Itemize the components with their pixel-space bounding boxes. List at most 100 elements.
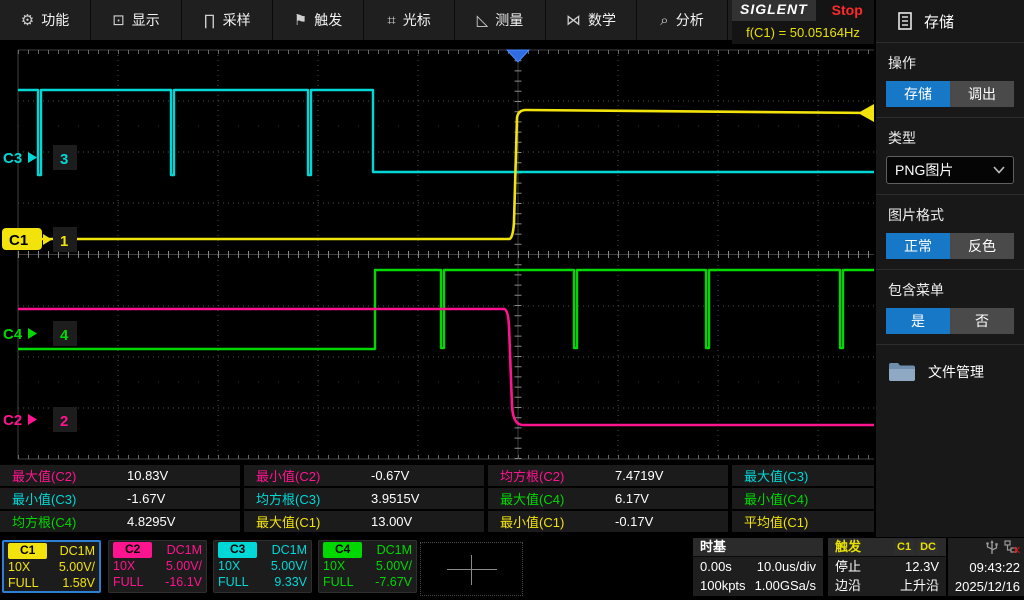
- measure-label: 最大值(C4): [488, 489, 615, 508]
- chevron-down-icon: [993, 166, 1005, 174]
- plus-icon: [471, 555, 472, 585]
- measure-label: 平均值(C1): [732, 512, 859, 531]
- trigger-mode: 停止: [835, 557, 861, 576]
- section-type: 类型 PNG图片: [876, 118, 1024, 195]
- offset-value: -16.1V: [165, 574, 202, 590]
- sidebar-header: 存储: [876, 0, 1024, 43]
- menu-item-acquire[interactable]: ∏ 采样: [182, 0, 273, 40]
- menu-item-label: 触发: [314, 10, 342, 30]
- menu-item-measure[interactable]: ◺ 测量: [455, 0, 546, 40]
- menu-item-label: 测量: [495, 10, 523, 30]
- c4-marker-label[interactable]: C4: [3, 326, 23, 343]
- trigger-level-marker[interactable]: [858, 104, 874, 122]
- channel-box-c3[interactable]: C3DC1M 10X5.00V/ FULL9.33V: [213, 540, 312, 593]
- c4-marker-arrow: [28, 328, 37, 339]
- measure-label: 均方根(C4): [0, 512, 127, 531]
- measure-cell[interactable]: 最大值(C3): [732, 465, 874, 486]
- measure-label: 均方根(C3): [244, 489, 371, 508]
- measure-cell[interactable]: 最小值(C1)-0.17V: [488, 511, 728, 532]
- coupling: DC1M: [167, 542, 202, 558]
- measure-cell[interactable]: 最小值(C4): [732, 488, 874, 509]
- measure-cell[interactable]: 均方根(C4)4.8295V: [0, 511, 240, 532]
- measure-value: 7.4719V: [615, 468, 663, 483]
- channel-box-c1[interactable]: C1DC1M 10X5.00V/ FULL1.58V: [2, 540, 101, 593]
- measure-label: 最小值(C4): [732, 489, 859, 508]
- volt-scale: 5.00V/: [59, 559, 95, 575]
- section-operation: 操作 存储 调出: [876, 43, 1024, 118]
- measure-cell[interactable]: 最大值(C1)13.00V: [244, 511, 484, 532]
- file-manager-item[interactable]: 文件管理: [876, 345, 1024, 382]
- trace-c2[interactable]: [18, 309, 874, 425]
- trace-c1[interactable]: [18, 110, 874, 239]
- channel-badge: C3: [218, 542, 257, 558]
- include-menu-label: 包含菜单: [888, 280, 1014, 300]
- recall-button[interactable]: 调出: [950, 81, 1014, 107]
- measure-cell[interactable]: 最小值(C2)-0.67V: [244, 465, 484, 486]
- menu-item-function[interactable]: ⚙ 功能: [0, 0, 91, 40]
- trigger-source-badge: C1: [894, 540, 914, 555]
- channel-badge: C1: [8, 543, 47, 559]
- trigger-position-marker[interactable]: [507, 50, 529, 62]
- measure-value: -0.67V: [371, 468, 409, 483]
- measure-label: 最小值(C1): [488, 512, 615, 531]
- measure-cell[interactable]: 最小值(C3)-1.67V: [0, 488, 240, 509]
- probe-atten: 10X: [218, 558, 240, 574]
- trigger-box[interactable]: 触发 C1DC 停止12.3V 边沿上升沿: [828, 538, 946, 596]
- trigger-coupling-badge: DC: [917, 540, 939, 555]
- image-format-label: 图片格式: [888, 205, 1014, 225]
- waveform-display[interactable]: C3 3 C1 1 C4 4 C2 2: [0, 44, 874, 464]
- channel-markers: C3 3 C1 1 C4 4 C2 2: [2, 145, 77, 432]
- measure-cell[interactable]: 均方根(C3)3.9515V: [244, 488, 484, 509]
- probe-atten: 10X: [113, 558, 135, 574]
- menu-item-math[interactable]: ⋈ 数学: [546, 0, 637, 40]
- measure-value: -0.17V: [615, 514, 653, 529]
- menu-item-display[interactable]: ⊡ 显示: [91, 0, 182, 40]
- c3-marker-label[interactable]: C3: [3, 150, 22, 167]
- timebase-scale: 10.0us/div: [757, 557, 816, 576]
- clock-time: 09:43:22: [952, 558, 1020, 577]
- save-button[interactable]: 存储: [886, 81, 950, 107]
- measure-value: -1.67V: [127, 491, 165, 506]
- c2-digit: 2: [60, 413, 68, 430]
- trace-c3[interactable]: [18, 90, 874, 175]
- measure-label: 最大值(C3): [732, 466, 859, 485]
- measurement-table: 最大值(C2)10.83V 最小值(C2)-0.67V 均方根(C2)7.471…: [0, 465, 874, 535]
- format-normal-button[interactable]: 正常: [886, 233, 950, 259]
- menu-item-trigger[interactable]: ⚑ 触发: [273, 0, 364, 40]
- channel-box-c4[interactable]: C4DC1M 10X5.00V/ FULL-7.67V: [318, 540, 417, 593]
- menu-item-analysis[interactable]: ⌕ 分析: [637, 0, 728, 40]
- c2-marker-label[interactable]: C2: [3, 412, 22, 429]
- volt-scale: 5.00V/: [376, 558, 412, 574]
- measure-value: 6.17V: [615, 491, 649, 506]
- menu-item-label: 功能: [41, 10, 69, 30]
- operation-label: 操作: [888, 53, 1014, 73]
- timebase-box[interactable]: 时基 0.00s10.0us/div 100kpts1.00GSa/s: [693, 538, 823, 596]
- menu-item-cursor[interactable]: ⌗ 光标: [364, 0, 455, 40]
- measure-cell[interactable]: 最大值(C4)6.17V: [488, 488, 728, 509]
- measure-value: 4.8295V: [127, 514, 175, 529]
- measure-value: 13.00V: [371, 514, 412, 529]
- file-type-value: PNG图片: [895, 160, 953, 180]
- add-channel-slot[interactable]: [420, 542, 523, 596]
- channel-box-c2[interactable]: C2DC1M 10X5.00V/ FULL-16.1V: [108, 540, 207, 593]
- measure-cell[interactable]: 平均值(C1): [732, 511, 874, 532]
- include-yes-button[interactable]: 是: [886, 308, 950, 334]
- trigger-flag-icon: ⚑: [294, 13, 307, 28]
- measure-label: 均方根(C2): [488, 466, 615, 485]
- bandwidth: FULL: [218, 574, 249, 590]
- include-no-button[interactable]: 否: [950, 308, 1014, 334]
- bandwidth: FULL: [323, 574, 354, 590]
- format-inverted-button[interactable]: 反色: [950, 233, 1014, 259]
- measure-cell[interactable]: 均方根(C2)7.4719V: [488, 465, 728, 486]
- measure-cell[interactable]: 最大值(C2)10.83V: [0, 465, 240, 486]
- frequency-counter: f(C1) = 50.05164Hz: [732, 21, 874, 40]
- measure-label: 最大值(C2): [0, 466, 127, 485]
- file-type-dropdown[interactable]: PNG图片: [886, 156, 1014, 184]
- brand-status-block: SIGLENT Stop f(C1) = 50.05164Hz: [732, 0, 874, 44]
- storage-sidebar: 存储 操作 存储 调出 类型 PNG图片 图片格式 正常 反色 包含菜单 是 否: [874, 0, 1024, 537]
- c1-marker-arrow: [43, 234, 52, 245]
- run-state-badge[interactable]: Stop: [816, 0, 863, 21]
- offset-value: -7.67V: [375, 574, 412, 590]
- volt-scale: 5.00V/: [271, 558, 307, 574]
- network-icon: ✕: [1004, 540, 1020, 555]
